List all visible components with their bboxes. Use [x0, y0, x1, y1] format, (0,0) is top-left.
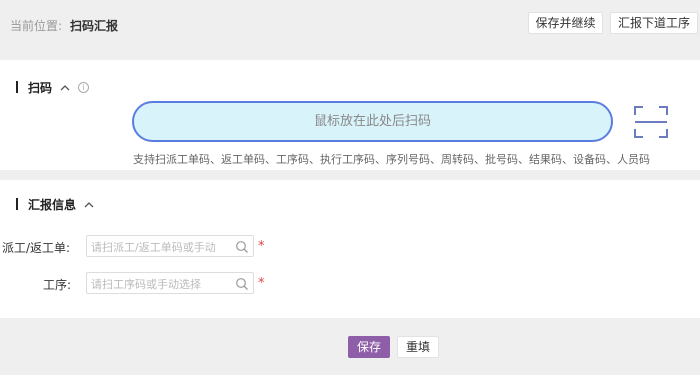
report-next-process-button[interactable]: 汇报下道工序: [610, 12, 698, 34]
process-input[interactable]: 请扫工序码或手动选择: [86, 272, 254, 294]
title-bar: [16, 81, 18, 93]
reset-button[interactable]: 重填: [397, 336, 439, 358]
report-section: 汇报信息 派工/返工单: 请扫派工/返工单码或手动 * 工序: 请扫工序码或手动…: [0, 180, 700, 318]
scan-section-title: 扫码 i: [16, 79, 90, 95]
scan-title-text: 扫码: [28, 80, 53, 95]
search-icon[interactable]: [235, 276, 249, 290]
required-mark: *: [258, 276, 265, 291]
page-header: 当前位置: 扫码汇报 保存并继续 汇报下道工序: [0, 0, 700, 50]
search-icon[interactable]: [235, 239, 249, 253]
process-placeholder: 请扫工序码或手动选择: [91, 278, 201, 291]
report-title-text: 汇报信息: [28, 197, 77, 212]
dispatch-order-placeholder: 请扫派工/返工单码或手动: [91, 241, 216, 254]
chevron-up-icon[interactable]: [84, 198, 94, 211]
breadcrumb-label: 当前位置:: [10, 19, 63, 33]
dispatch-order-label: 派工/返工单:: [2, 241, 71, 255]
scan-input[interactable]: 鼠标放在此处后扫码: [132, 101, 613, 142]
title-bar: [16, 198, 18, 210]
scan-frame-icon[interactable]: [633, 105, 669, 139]
scan-section: 扫码 i 鼠标放在此处后扫码 支持扫派工单码、返工单码、工序码、执行工序码、序列…: [0, 60, 700, 170]
required-mark: *: [258, 239, 265, 254]
breadcrumb-current: 扫码汇报: [70, 19, 119, 33]
save-button[interactable]: 保存: [348, 336, 390, 358]
save-and-continue-button[interactable]: 保存并继续: [528, 12, 603, 34]
info-icon[interactable]: i: [78, 81, 90, 93]
breadcrumb: 当前位置: 扫码汇报: [10, 17, 118, 34]
report-section-title: 汇报信息: [16, 196, 94, 212]
chevron-up-icon[interactable]: [60, 81, 70, 94]
process-label: 工序:: [43, 278, 72, 292]
dispatch-order-input[interactable]: 请扫派工/返工单码或手动: [86, 235, 254, 257]
scan-hint-text: 支持扫派工单码、返工单码、工序码、执行工序码、序列号码、周转码、批号码、结果码、…: [133, 153, 650, 166]
